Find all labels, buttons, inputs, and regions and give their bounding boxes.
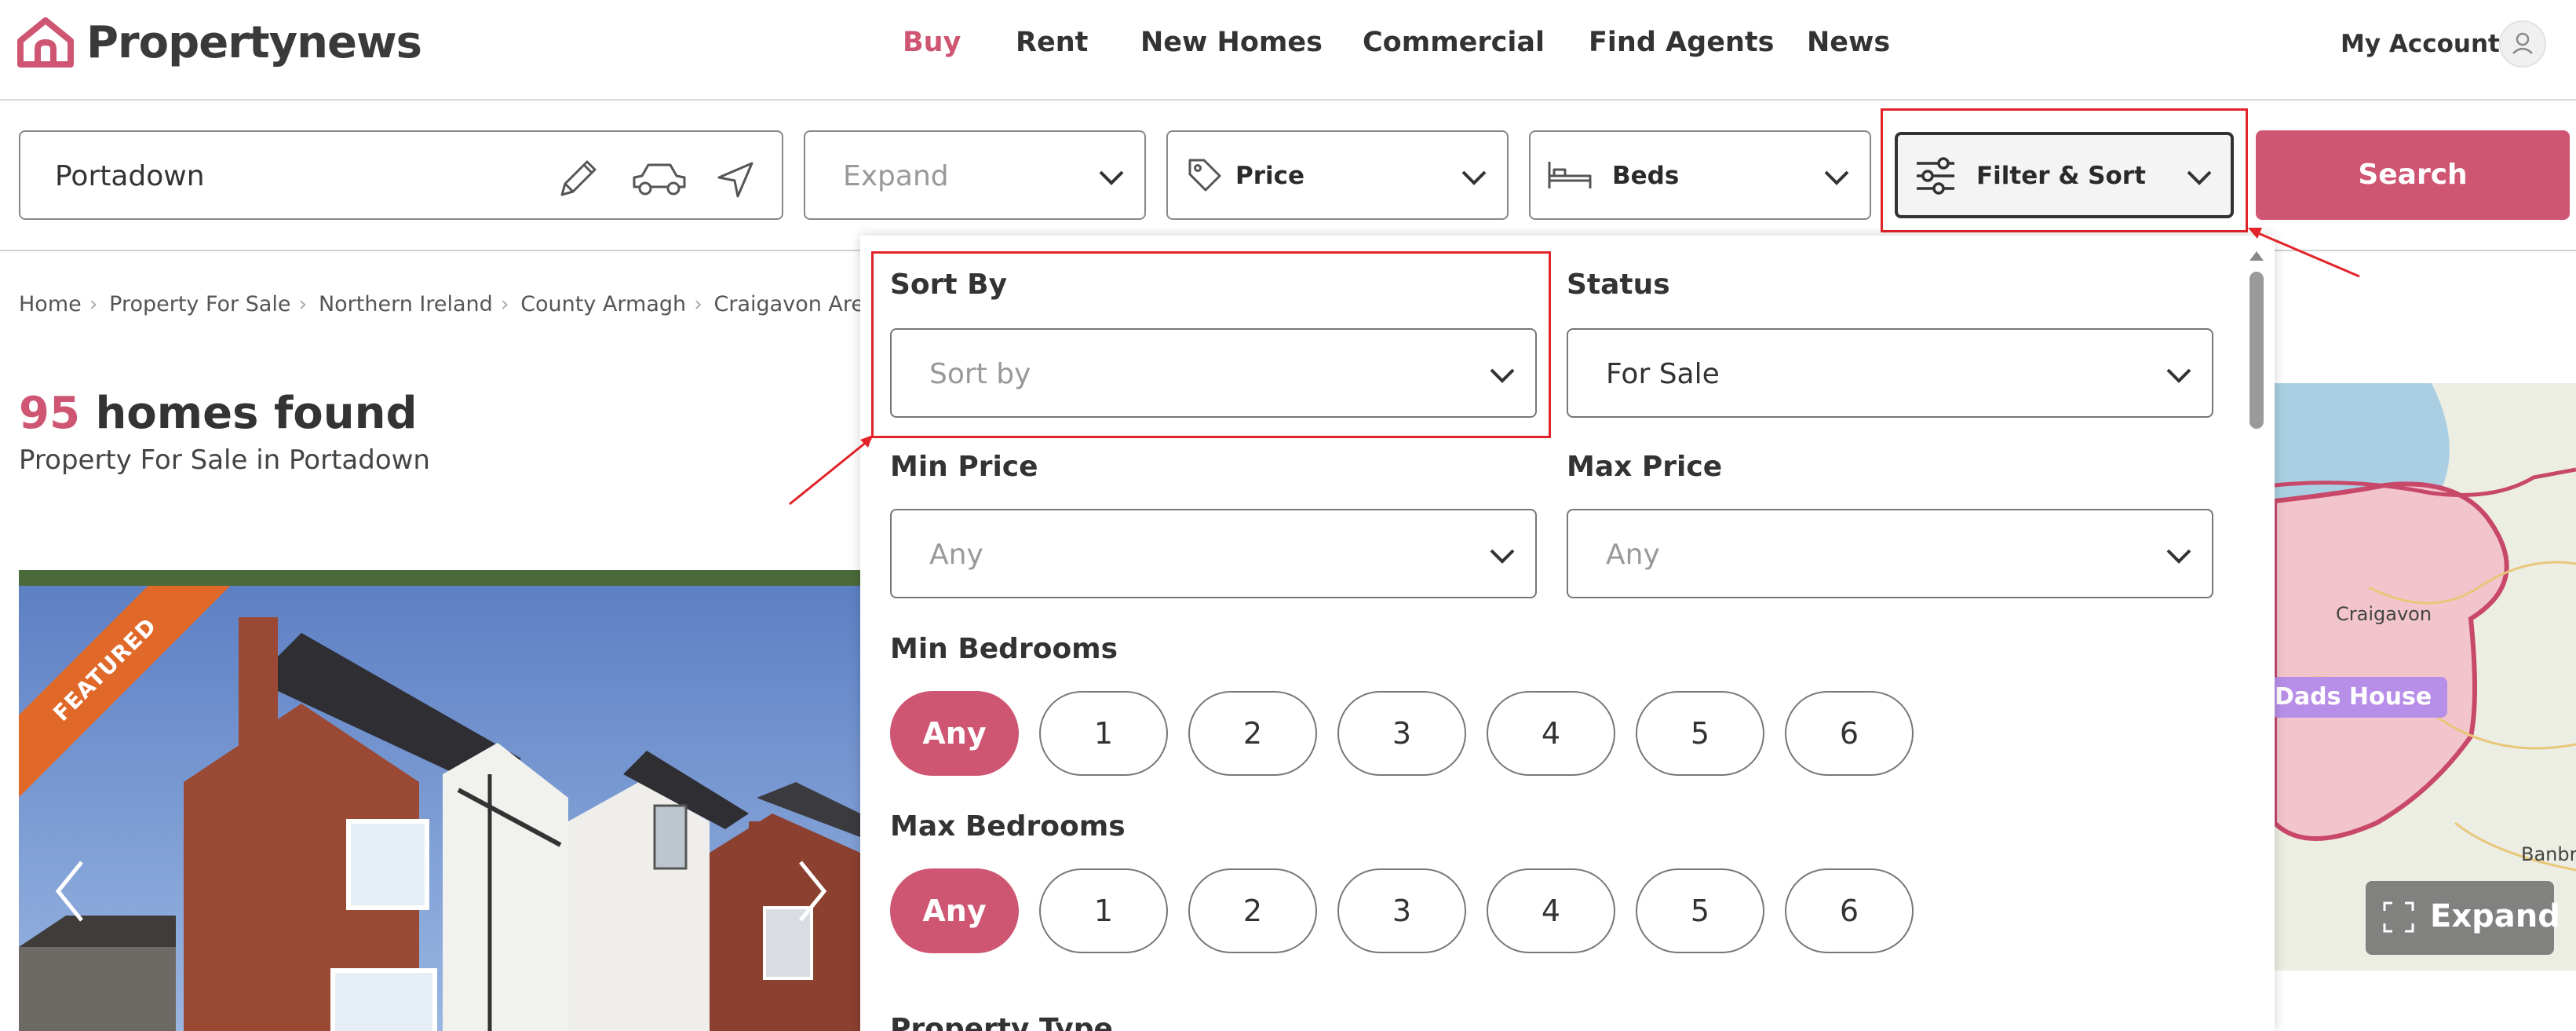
breadcrumb-separator: › bbox=[500, 292, 509, 316]
results-count-number: 95 bbox=[19, 388, 80, 439]
breadcrumb-separator: › bbox=[89, 292, 98, 316]
filter-panel-scrollbar[interactable] bbox=[2249, 272, 2264, 429]
price-select[interactable]: Price bbox=[1166, 130, 1509, 220]
highlight-box-filter bbox=[1881, 108, 2248, 232]
min-bedrooms-option-2[interactable]: 2 bbox=[1188, 691, 1317, 776]
map-expand-label: Expand bbox=[2430, 898, 2560, 934]
breadcrumb-northern-ireland[interactable]: Northern Ireland bbox=[319, 292, 493, 316]
max-bedrooms-option-5[interactable]: 5 bbox=[1636, 868, 1764, 953]
chevron-down-icon bbox=[2166, 368, 2191, 383]
nav-commercial[interactable]: Commercial bbox=[1363, 27, 1545, 58]
status-label: Status bbox=[1567, 269, 1670, 301]
min-price-select[interactable]: Any bbox=[890, 509, 1537, 598]
property-type-label: Property Type bbox=[890, 1013, 1113, 1031]
chevron-down-icon bbox=[1490, 549, 1515, 564]
breadcrumb: Home › Property For Sale › Northern Irelan… bbox=[19, 292, 940, 316]
nav-buy[interactable]: Buy bbox=[903, 27, 961, 58]
site-logo-text[interactable]: Propertynews bbox=[86, 17, 422, 68]
map-place-label: Craigavon bbox=[2336, 603, 2432, 625]
nav-new-homes[interactable]: New Homes bbox=[1140, 27, 1323, 58]
max-bedrooms-option-3[interactable]: 3 bbox=[1337, 868, 1466, 953]
highlight-box-sort-by bbox=[871, 251, 1551, 438]
carousel-previous-icon[interactable] bbox=[50, 856, 89, 927]
chevron-down-icon bbox=[1099, 170, 1124, 185]
chevron-down-icon bbox=[1824, 170, 1849, 185]
results-count-suffix: homes found bbox=[95, 388, 418, 439]
user-icon[interactable] bbox=[2499, 20, 2546, 68]
bed-icon bbox=[1548, 162, 1592, 188]
price-tag-icon bbox=[1188, 159, 1221, 192]
min-bedrooms-option-any[interactable]: Any bbox=[890, 691, 1019, 776]
status-value: For Sale bbox=[1606, 358, 1720, 390]
breadcrumb-home[interactable]: Home bbox=[19, 292, 82, 316]
breadcrumb-craigavon-area[interactable]: Craigavon Area bbox=[714, 292, 878, 316]
site-header: Propertynews Buy Rent New Homes Commerci… bbox=[0, 0, 2576, 101]
location-input[interactable]: Portadown bbox=[19, 130, 783, 220]
min-price-label: Min Price bbox=[890, 451, 1038, 483]
max-price-label: Max Price bbox=[1567, 451, 1723, 483]
min-price-placeholder: Any bbox=[929, 539, 983, 571]
featured-ribbon-label: FEATURED bbox=[19, 586, 254, 818]
featured-ribbon: FEATURED bbox=[19, 586, 254, 821]
chevron-down-icon bbox=[2166, 549, 2191, 564]
map-saved-location-pin[interactable]: Dads House bbox=[2271, 677, 2448, 718]
max-bedrooms-option-4[interactable]: 4 bbox=[1487, 868, 1615, 953]
search-button[interactable]: Search bbox=[2256, 130, 2570, 220]
min-bedrooms-option-4[interactable]: 4 bbox=[1487, 691, 1615, 776]
max-price-placeholder: Any bbox=[1606, 539, 1660, 571]
nav-news[interactable]: News bbox=[1807, 27, 1890, 58]
min-bedrooms-option-3[interactable]: 3 bbox=[1337, 691, 1466, 776]
max-bedrooms-option-2[interactable]: 2 bbox=[1188, 868, 1317, 953]
max-bedrooms-option-6[interactable]: 6 bbox=[1785, 868, 1914, 953]
chevron-down-icon bbox=[1461, 170, 1487, 185]
annotation-arrow-icon bbox=[789, 435, 873, 506]
location-value: Portadown bbox=[55, 160, 205, 192]
my-account-link[interactable]: My Account bbox=[2341, 30, 2500, 58]
max-bedrooms-label: Max Bedrooms bbox=[890, 810, 1126, 843]
price-label: Price bbox=[1235, 162, 1305, 190]
map-place-label: Banbri bbox=[2521, 843, 2576, 865]
breadcrumb-separator: › bbox=[694, 292, 702, 316]
pencil-icon[interactable] bbox=[554, 155, 601, 203]
results-subtitle: Property For Sale in Portadown bbox=[19, 444, 430, 476]
nav-rent[interactable]: Rent bbox=[1016, 27, 1088, 58]
max-price-select[interactable]: Any bbox=[1567, 509, 2213, 598]
breadcrumb-separator: › bbox=[298, 292, 308, 316]
status-select[interactable]: For Sale bbox=[1567, 328, 2213, 418]
map-expand-button[interactable]: Expand bbox=[2366, 881, 2560, 955]
breadcrumb-property-for-sale[interactable]: Property For Sale bbox=[109, 292, 290, 316]
house-logo-icon[interactable] bbox=[17, 17, 74, 68]
beds-label: Beds bbox=[1612, 162, 1680, 190]
carousel-next-icon[interactable] bbox=[793, 856, 832, 927]
nav-find-agents[interactable]: Find Agents bbox=[1589, 27, 1774, 58]
min-bedrooms-option-5[interactable]: 5 bbox=[1636, 691, 1764, 776]
expand-placeholder: Expand bbox=[843, 160, 949, 192]
expand-radius-select[interactable]: Expand bbox=[804, 130, 1146, 220]
min-bedrooms-option-1[interactable]: 1 bbox=[1039, 691, 1168, 776]
navigation-arrow-icon[interactable] bbox=[714, 159, 757, 201]
results-count-heading: 95 homes found bbox=[19, 388, 418, 439]
min-bedrooms-label: Min Bedrooms bbox=[890, 633, 1118, 665]
car-icon[interactable] bbox=[629, 155, 689, 203]
beds-select[interactable]: Beds bbox=[1529, 130, 1871, 220]
fullscreen-icon bbox=[2383, 901, 2414, 933]
breadcrumb-county-armagh[interactable]: County Armagh bbox=[520, 292, 686, 316]
max-bedrooms-option-1[interactable]: 1 bbox=[1039, 868, 1168, 953]
min-bedrooms-option-6[interactable]: 6 bbox=[1785, 691, 1914, 776]
annotation-arrow-icon bbox=[2248, 228, 2360, 278]
max-bedrooms-option-any[interactable]: Any bbox=[890, 868, 1019, 953]
